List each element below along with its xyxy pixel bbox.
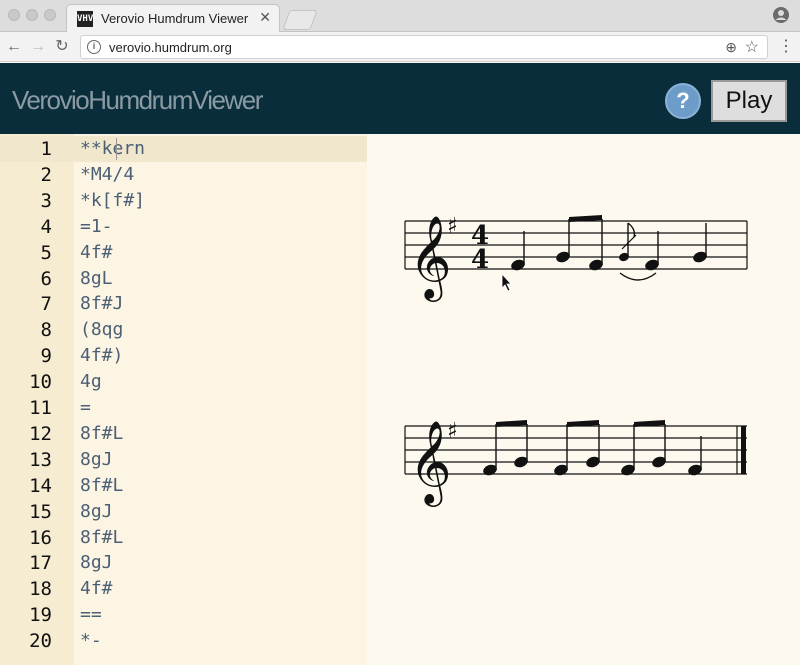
editor-line[interactable]: 14 8f#L [0,473,367,499]
line-number: 8 [40,319,52,342]
line-code: 4f# [80,578,113,600]
browser-tab[interactable]: VHV Verovio Humdrum Viewer ✕ [66,4,280,32]
vhv-favicon-icon: VHV [77,11,93,27]
line-code: 8gJ [80,448,113,470]
line-code: =1- [80,215,113,237]
editor-line[interactable]: 17 8gJ [0,550,367,576]
star-icon[interactable]: ☆ [745,37,759,57]
help-button[interactable]: ? [665,83,701,119]
line-code: == [80,604,102,626]
editor-line[interactable]: 20 *- [0,628,367,654]
line-number: 19 [29,604,52,627]
back-icon[interactable]: ← [4,37,24,57]
music-score: 𝄞♯ 44𝄞♯ [404,214,748,507]
profile-icon[interactable] [772,6,790,24]
zoom-icon[interactable]: ⊕ [725,39,737,56]
close-icon[interactable]: ✕ [259,9,271,26]
line-number: 1 [40,138,52,160]
url-text: verovio.humdrum.org [109,40,232,55]
line-code: *M4/4 [80,163,135,185]
info-icon[interactable]: i [87,40,101,54]
editor-line[interactable]: 7 8f#J [0,291,367,317]
line-code: 4f#) [80,345,124,367]
line-number: 2 [40,163,52,186]
line-number: 12 [29,422,52,445]
editor-line[interactable]: 3 *k[f#] [0,188,367,214]
browser-tab-bar: VHV Verovio Humdrum Viewer ✕ [0,0,800,32]
editor-line[interactable]: 11 = [0,395,367,421]
line-code: 8gJ [80,552,113,574]
line-number: 4 [40,215,52,238]
tab-title: Verovio Humdrum Viewer [101,11,249,26]
grace-slash [621,234,637,250]
line-code: 8f#L [80,526,124,548]
treble-clef: 𝄞 [409,419,452,507]
line-code: 8gJ [80,500,113,522]
line-number: 9 [40,345,52,368]
line-number: 14 [29,474,52,497]
line-code: 8f#L [80,422,124,444]
browser-toolbar: ← → ↻ i verovio.humdrum.org ⊕ ☆ ⋮ [0,32,800,62]
text-cursor [116,138,117,160]
line-number: 20 [29,630,52,653]
line-code: 8f#L [80,474,124,496]
editor-line[interactable]: 13 8gJ [0,447,367,473]
new-tab-button[interactable] [282,10,318,30]
window-maximize-button[interactable] [44,9,56,21]
line-number: 3 [40,189,52,212]
slur [619,272,657,281]
editor-line[interactable]: 16 8f#L [0,525,367,551]
line-code: *- [80,630,102,652]
treble-clef: 𝄞 [409,214,452,302]
editor-line[interactable]: 8 (8qg [0,317,367,343]
forward-icon[interactable]: → [28,37,48,57]
line-code: 8gL [80,267,113,289]
key-signature-sharp: ♯ [447,214,458,239]
editor-line[interactable]: 15 8gJ [0,499,367,525]
notation-panel[interactable]: 𝄞 ♯ 4 4 𝄞 ♯ [367,134,800,665]
grace-flag [627,222,636,238]
play-button[interactable]: Play [711,80,787,122]
line-number: 17 [29,552,52,575]
editor-line[interactable]: 19 == [0,602,367,628]
editor-line[interactable]: 2 *M4/4 [0,162,367,188]
line-code: 4g [80,371,102,393]
menu-icon[interactable]: ⋮ [778,36,794,56]
line-code: **kern [80,138,146,159]
app-title: VerovioHumdrumViewer [12,85,263,115]
final-barline-thick [741,426,746,474]
line-code: (8qg [80,319,124,341]
editor-line[interactable]: 10 4g [0,369,367,395]
line-number: 13 [29,448,52,471]
editor-line[interactable]: 18 4f# [0,576,367,602]
editor-line[interactable]: 9 4f#) [0,343,367,369]
app-header: VerovioHumdrumViewer ? Play [0,63,800,134]
line-code: = [80,397,91,418]
reload-icon[interactable]: ↻ [52,37,72,57]
address-bar[interactable]: i verovio.humdrum.org ⊕ ☆ [80,35,768,59]
line-number: 15 [29,500,52,523]
line-code: 8f#J [80,293,124,315]
time-signature-denominator: 4 [471,245,489,275]
mouse-pointer-icon [501,272,512,292]
editor-line[interactable]: 1 **kern [0,136,367,162]
editor-line[interactable]: 4 =1- [0,214,367,240]
line-number: 18 [29,578,52,601]
window-close-button[interactable] [8,9,20,21]
window-minimize-button[interactable] [26,9,38,21]
line-code: 4f# [80,241,113,263]
editor-line[interactable]: 6 8gL [0,266,367,292]
line-number: 11 [29,397,52,419]
line-number: 16 [29,526,52,549]
line-number: 7 [40,293,52,316]
humdrum-editor[interactable]: 1 **kern 2 *M4/4 3 *k[f#] 4 =1- 5 4f# 6 8gL 7 8f#J 8 (8… [0,134,367,665]
line-number: 5 [40,241,52,264]
line-number: 10 [29,371,52,394]
key-signature-sharp: ♯ [447,419,458,444]
editor-line[interactable]: 5 4f# [0,240,367,266]
line-code: *k[f#] [80,189,146,211]
editor-line[interactable]: 12 8f#L [0,421,367,447]
line-number: 6 [40,267,52,290]
